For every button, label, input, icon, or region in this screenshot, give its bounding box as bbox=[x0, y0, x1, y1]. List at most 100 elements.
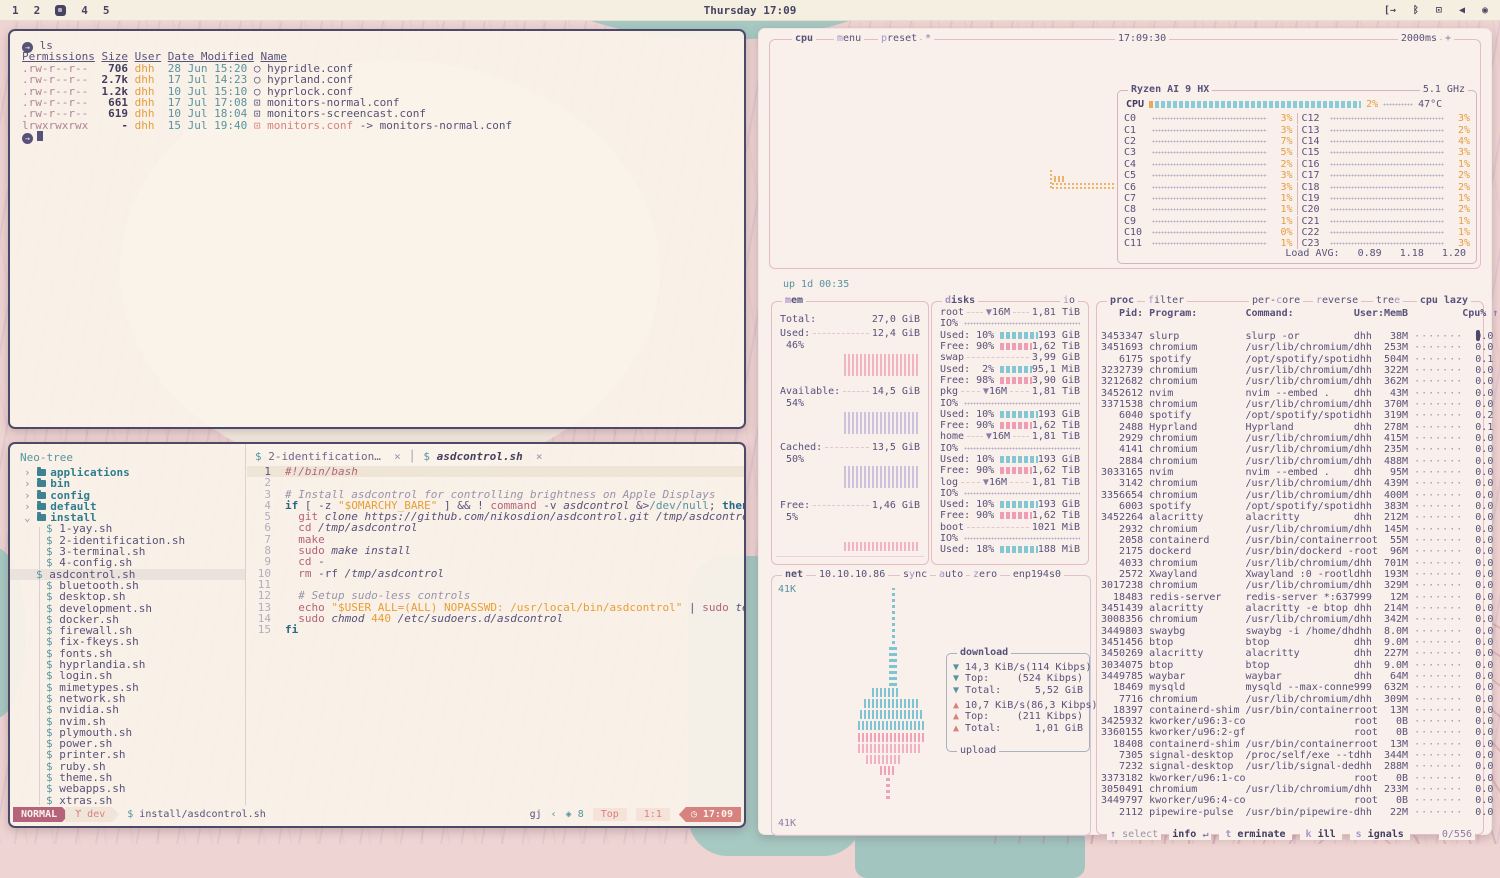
process-row[interactable]: 2884 chromium /usr/lib/chromium/dhh 488M… bbox=[1101, 456, 1473, 467]
process-table-header[interactable]: Pid: Program: Command: User:MemB Cpu% ↑ bbox=[1101, 308, 1498, 319]
preset-button[interactable]: preset bbox=[878, 33, 920, 45]
process-row[interactable]: 7232 signal-desktop /usr/lib/signal-dedh… bbox=[1101, 761, 1473, 772]
process-row[interactable]: 18483 redis-server redis-server *:637999… bbox=[1101, 592, 1473, 603]
process-row[interactable]: 7305 signal-desktop /proc/self/exe --tdh… bbox=[1101, 750, 1473, 761]
net-box-label[interactable]: net bbox=[782, 569, 806, 581]
process-scrollbar[interactable] bbox=[1476, 330, 1480, 341]
process-row[interactable]: 3034075 btop btop dhh 9.0M ······· 0.0 bbox=[1101, 660, 1473, 671]
tab-2-identification-[interactable]: $ 2-identification… × bbox=[255, 450, 401, 463]
sort-selector[interactable]: cpu lazy bbox=[1417, 295, 1471, 307]
process-row[interactable]: 6175 spotify /opt/spotify/spotidhh 504M … bbox=[1101, 354, 1473, 365]
workspace-5[interactable]: 5 bbox=[103, 4, 110, 17]
process-row[interactable]: 3451439 alacritty alacritty -e btop dhh … bbox=[1101, 603, 1473, 614]
workspace-active[interactable] bbox=[55, 5, 66, 16]
code-line-10[interactable]: 10 rm -rf /tmp/asdcontrol bbox=[247, 568, 744, 579]
net-sync-button[interactable]: sync bbox=[900, 569, 930, 581]
process-row[interactable]: 7716 chromium /usr/lib/chromium/dhh 309M… bbox=[1101, 694, 1473, 705]
logout-icon[interactable]: [→ bbox=[1384, 5, 1396, 16]
disks-box-label[interactable]: disks bbox=[942, 295, 978, 307]
terminate-hint[interactable]: terminate bbox=[1219, 829, 1291, 840]
volume-icon[interactable]: ◀ bbox=[1459, 5, 1465, 16]
process-row[interactable]: 3450269 alacritty alacritty dhh 227M ···… bbox=[1101, 648, 1473, 659]
net-auto-button[interactable]: auto bbox=[936, 569, 966, 581]
process-row[interactable]: 3451456 btop btop dhh 9.0M ······· 0.0 bbox=[1101, 637, 1473, 648]
process-row[interactable]: 3142 chromium /usr/lib/chromium/dhh 439M… bbox=[1101, 478, 1473, 489]
display-icon[interactable]: ⊡ bbox=[1436, 5, 1442, 16]
tab-asdcontrol-sh[interactable]: $ asdcontrol.sh × bbox=[423, 450, 542, 463]
workspace-4[interactable]: 4 bbox=[81, 4, 88, 17]
process-row[interactable]: 3453347 slurp slurp -or dhh 38M ······· … bbox=[1101, 331, 1473, 342]
menu-button[interactable]: menu bbox=[834, 33, 864, 45]
process-row[interactable]: 3371538 chromium /usr/lib/chromium/dhh 3… bbox=[1101, 399, 1473, 410]
system-tray[interactable]: [→ ᛒ ⊡ ◀ ◉ bbox=[1384, 5, 1488, 16]
mem-divider bbox=[776, 556, 924, 557]
refresh-interval[interactable]: 2000ms bbox=[1398, 33, 1440, 45]
cpu-box-label[interactable]: cpu bbox=[792, 33, 816, 45]
core-row: C3 5%C15 3% bbox=[1124, 147, 1470, 158]
process-row[interactable]: 2932 chromium /usr/lib/chromium/dhh 145M… bbox=[1101, 524, 1473, 535]
process-row[interactable]: 18469 mysqld mysqld --max-conne999 632M … bbox=[1101, 682, 1473, 693]
reverse-toggle[interactable]: reverse bbox=[1313, 295, 1361, 307]
process-row[interactable]: 4141 chromium /usr/lib/chromium/dhh 235M… bbox=[1101, 444, 1473, 455]
process-row[interactable]: 3451693 chromium /usr/lib/chromium/dhh 2… bbox=[1101, 342, 1473, 353]
process-row[interactable]: 3008356 chromium /usr/lib/chromium/dhh 3… bbox=[1101, 614, 1473, 625]
proc-box-label[interactable]: proc bbox=[1107, 295, 1137, 307]
signals-hint[interactable]: signals bbox=[1350, 829, 1410, 840]
process-row[interactable]: 3425932 kworker/u96:3-co root 0B ·······… bbox=[1101, 716, 1473, 727]
code-line-1[interactable]: 1#!/bin/bash bbox=[247, 466, 744, 477]
process-row[interactable]: 2058 containerd /usr/bin/containerroot 5… bbox=[1101, 535, 1473, 546]
bluetooth-icon[interactable]: ᛒ bbox=[1413, 5, 1419, 16]
process-row[interactable]: 3232739 chromium /usr/lib/chromium/dhh 3… bbox=[1101, 365, 1473, 376]
terminal-window[interactable]: → lsPermissions Size User Date Modified … bbox=[8, 29, 746, 429]
code-area[interactable]: 1#!/bin/bash23# Install asdcontrol for c… bbox=[247, 466, 744, 635]
prompt-line[interactable]: → bbox=[22, 131, 744, 142]
process-row[interactable]: 3050491 chromium /usr/lib/chromium/dhh 2… bbox=[1101, 784, 1473, 795]
process-row[interactable]: 3449797 kworker/u96:4-co root 0B ·······… bbox=[1101, 795, 1473, 806]
tree-toggle[interactable]: tree bbox=[1373, 295, 1403, 307]
process-row[interactable]: 4033 chromium /usr/lib/chromium/dhh 701M… bbox=[1101, 558, 1473, 569]
record-icon[interactable]: ◉ bbox=[1482, 5, 1488, 16]
io-mode-button[interactable]: io bbox=[1060, 295, 1078, 307]
process-row[interactable]: 3452264 alacritty alacritty dhh 212M ···… bbox=[1101, 512, 1473, 523]
process-row[interactable]: 3212682 chromium /usr/lib/chromium/dhh 3… bbox=[1101, 376, 1473, 387]
download-label: download bbox=[957, 647, 1011, 659]
process-row[interactable]: 3373182 kworker/u96:1-co root 0B ·······… bbox=[1101, 773, 1473, 784]
editor-pane[interactable]: $ 2-identification… ×│$ asdcontrol.sh × … bbox=[247, 444, 744, 805]
process-row[interactable]: 18397 containerd-shim /usr/bin/container… bbox=[1101, 705, 1473, 716]
process-row[interactable]: 2175 dockerd /usr/bin/dockerd -root 96M … bbox=[1101, 546, 1473, 557]
workspace-switcher[interactable]: 1 2 4 5 bbox=[12, 4, 110, 17]
process-row[interactable]: 3449785 waybar waybar dhh 64M ······· 0.… bbox=[1101, 671, 1473, 682]
neotree-panel[interactable]: Neo-tree › applications› bin› config› de… bbox=[10, 444, 246, 805]
process-row[interactable]: 3017238 chromium /usr/lib/chromium/dhh 3… bbox=[1101, 580, 1473, 591]
mem-box-label[interactable]: mem bbox=[782, 295, 806, 307]
workspace-2[interactable]: 2 bbox=[34, 4, 41, 17]
process-row[interactable]: 3360155 kworker/u96:2-gf root 0B ·······… bbox=[1101, 727, 1473, 738]
process-row[interactable]: 2572 Xwayland Xwayland :0 -rootldhh 193M… bbox=[1101, 569, 1473, 580]
info-hint[interactable]: info ↵ bbox=[1169, 829, 1211, 840]
buffer-tabbar[interactable]: $ 2-identification… ×│$ asdcontrol.sh × bbox=[247, 449, 744, 464]
btop-window[interactable]: cpu menu preset * 17:09:30 2000ms + Ryze… bbox=[758, 28, 1492, 835]
kill-hint[interactable]: kill bbox=[1300, 829, 1342, 840]
interval-plus[interactable]: + bbox=[1442, 33, 1454, 45]
code-line-15[interactable]: 15fi bbox=[247, 624, 744, 635]
filter-button[interactable]: filter bbox=[1145, 295, 1187, 307]
net-interface[interactable]: enp194s0 bbox=[1010, 569, 1064, 581]
per-core-toggle[interactable]: per-core bbox=[1249, 295, 1303, 307]
process-row[interactable]: 3452612 nvim nvim --embed . dhh 43M ····… bbox=[1101, 388, 1473, 399]
code-line-14[interactable]: 14 sudo chmod 440 /etc/sudoers.d/asdcont… bbox=[247, 613, 744, 624]
upload-label: upload bbox=[957, 745, 999, 757]
process-row[interactable]: 2929 chromium /usr/lib/chromium/dhh 415M… bbox=[1101, 433, 1473, 444]
process-row[interactable]: 6040 spotify /opt/spotify/spotidhh 319M … bbox=[1101, 410, 1473, 421]
process-row[interactable]: 2112 pipewire-pulse /usr/bin/pipewire-dh… bbox=[1101, 807, 1473, 818]
net-zero-button[interactable]: zero bbox=[970, 569, 1000, 581]
neovim-window[interactable]: Neo-tree › applications› bin› config› de… bbox=[8, 442, 746, 828]
tree-item-xtras-sh[interactable]: $ xtras.sh bbox=[20, 795, 245, 805]
select-hint[interactable]: ↑ select bbox=[1107, 829, 1161, 840]
process-row[interactable]: 3356654 chromium /usr/lib/chromium/dhh 4… bbox=[1101, 490, 1473, 501]
process-row[interactable]: 3033165 nvim nvim --embed . dhh 95M ····… bbox=[1101, 467, 1473, 478]
process-row[interactable]: 2488 Hyprland Hyprland dhh 278M ······· … bbox=[1101, 422, 1473, 433]
process-row[interactable]: 18408 containerd-shim /usr/bin/container… bbox=[1101, 739, 1473, 750]
process-row[interactable]: 3449803 swaybg swaybg -i /home/dhdhh 8.0… bbox=[1101, 626, 1473, 637]
workspace-1[interactable]: 1 bbox=[12, 4, 19, 17]
process-row[interactable]: 6003 spotify /opt/spotify/spotidhh 383M … bbox=[1101, 501, 1473, 512]
